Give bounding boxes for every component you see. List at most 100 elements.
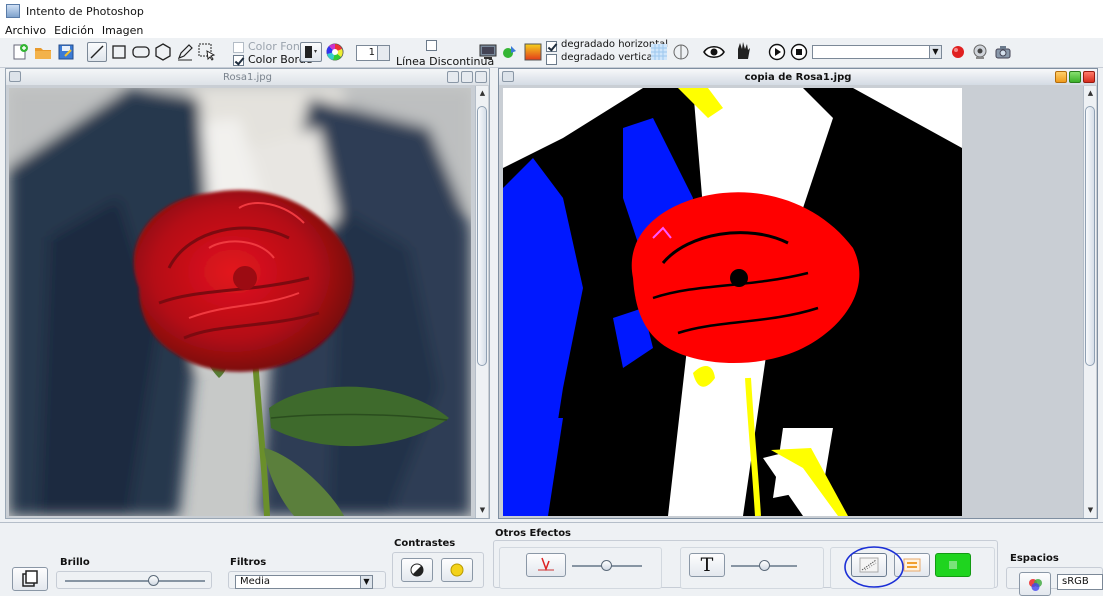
rounded-rectangle-tool-icon[interactable] (131, 42, 151, 62)
effect-slider-1-knob[interactable] (601, 560, 612, 571)
contrast-icon (410, 563, 424, 577)
pencil-tool-icon[interactable] (175, 42, 195, 62)
spinner-arrows-icon[interactable] (377, 46, 389, 60)
open-folder-icon[interactable] (33, 42, 53, 62)
vertical-scrollbar[interactable]: ▲ ▼ (475, 86, 488, 518)
frame-menu-icon[interactable] (9, 71, 21, 82)
frame-titlebar[interactable]: Rosa1.jpg (6, 69, 489, 85)
maximize-icon[interactable] (1069, 71, 1081, 83)
color-fondo-checkbox[interactable] (233, 42, 244, 53)
effects-panel: Brillo Filtros Media ▼ Contrastes Otros … (0, 522, 1103, 596)
effect-slider-2-knob[interactable] (759, 560, 770, 571)
minimize-icon[interactable] (1055, 71, 1067, 83)
filtros-group: Media ▼ (228, 571, 386, 589)
duplicate-icon[interactable] (12, 567, 48, 591)
otros-efectos-title: Otros Efectos (495, 528, 572, 539)
processed-image (503, 88, 962, 516)
menu-edicion[interactable]: Edición (54, 24, 94, 37)
contrastes-group (392, 552, 484, 588)
chevron-down-icon[interactable]: ▼ (360, 576, 372, 588)
window-title: Intento de Photoshop (26, 4, 144, 18)
frame-menu-icon[interactable] (502, 71, 514, 82)
stroke-width-value: 1 (368, 47, 375, 58)
effect-group-2: T (680, 547, 824, 589)
image-frame-copy[interactable]: copia de Rosa1.jpg ▲ ▼ (498, 68, 1098, 519)
color-space-button[interactable] (1019, 572, 1051, 596)
scroll-thumb[interactable] (1085, 106, 1095, 366)
media-selector[interactable]: ▼ (812, 45, 942, 59)
text-t-icon: T (700, 554, 714, 576)
frame-title: copia de Rosa1.jpg (744, 71, 852, 83)
pattern-icon[interactable] (649, 42, 669, 62)
effect-group-1 (499, 547, 662, 589)
effect-slider-1[interactable] (572, 560, 642, 571)
toolbar: Color Fondo Color Borde 1 Línea Disconti… (0, 38, 1103, 68)
window-titlebar: Intento de Photoshop (0, 0, 1103, 22)
transparency-icon[interactable] (500, 42, 520, 62)
close-icon[interactable] (1083, 71, 1095, 83)
text-effect-button[interactable]: T (689, 553, 725, 577)
minimize-icon[interactable] (447, 71, 459, 83)
gradient-icon[interactable] (523, 42, 543, 62)
snapshot-icon[interactable] (993, 42, 1013, 62)
color-space-icon (1029, 579, 1042, 591)
half-circle-icon[interactable] (671, 42, 691, 62)
scroll-up-icon[interactable]: ▲ (478, 89, 487, 98)
green-filter-icon (949, 561, 957, 569)
brillo-slider[interactable] (65, 575, 205, 586)
curve-effect-button[interactable] (526, 553, 566, 577)
line-tool-icon[interactable] (87, 42, 107, 62)
effect-group-3 (830, 546, 995, 589)
effect-slider-2[interactable] (731, 560, 797, 571)
scroll-up-icon[interactable]: ▲ (1086, 89, 1095, 98)
sepia-icon (903, 558, 921, 572)
degradado-vertical-checkbox[interactable] (546, 54, 557, 65)
scroll-down-icon[interactable]: ▼ (1086, 506, 1095, 515)
degradado-horizontal-checkbox[interactable] (546, 41, 557, 52)
contrast-normal-button[interactable] (401, 558, 433, 582)
app-icon (6, 4, 20, 18)
record-icon[interactable] (948, 42, 968, 62)
stroke-width-spinner[interactable]: 1 (356, 45, 390, 61)
brillo-title: Brillo (60, 557, 90, 568)
filtros-select[interactable]: Media ▼ (235, 575, 373, 589)
webcam-icon[interactable] (970, 42, 990, 62)
rectangle-tool-icon[interactable] (109, 42, 129, 62)
contrastes-title: Contrastes (394, 538, 456, 549)
vertical-scrollbar[interactable]: ▲ ▼ (1083, 86, 1096, 518)
filtros-selected: Media (240, 576, 271, 587)
menu-archivo[interactable]: Archivo (5, 24, 46, 37)
otros-efectos-group: T (493, 540, 998, 589)
frame-title: Rosa1.jpg (223, 71, 272, 83)
brillo-knob[interactable] (148, 575, 159, 586)
color-borde-checkbox[interactable] (233, 55, 244, 66)
scroll-thumb[interactable] (477, 106, 487, 366)
eye-icon[interactable] (702, 42, 726, 62)
close-icon[interactable] (475, 71, 487, 83)
green-effect-button[interactable] (935, 553, 971, 577)
color-picker-button[interactable] (300, 42, 322, 62)
select-tool-icon[interactable] (197, 42, 217, 62)
play-icon[interactable] (767, 42, 787, 62)
scroll-down-icon[interactable]: ▼ (478, 506, 487, 515)
save-icon[interactable] (56, 42, 76, 62)
chevron-down-icon[interactable]: ▼ (929, 46, 941, 58)
maximize-icon[interactable] (461, 71, 473, 83)
color-palette-icon[interactable] (325, 42, 345, 62)
degradado-vertical-label: degradado vertical (561, 52, 656, 63)
espacios-title: Espacios (1010, 553, 1059, 564)
contrast-bright-button[interactable] (441, 558, 473, 582)
sun-icon (450, 563, 464, 577)
new-file-icon[interactable] (10, 42, 30, 62)
stop-icon[interactable] (789, 42, 809, 62)
filtros-title: Filtros (230, 557, 267, 568)
ellipse-tool-icon[interactable] (153, 42, 173, 62)
menu-imagen[interactable]: Imagen (102, 24, 143, 37)
linea-discontinua-checkbox[interactable] (426, 40, 437, 51)
frame-titlebar[interactable]: copia de Rosa1.jpg (499, 69, 1097, 85)
image-frame-original[interactable]: Rosa1.jpg ▲ ▼ (5, 68, 490, 519)
monitor-icon[interactable] (478, 42, 498, 62)
original-image (9, 88, 471, 516)
espacios-select[interactable]: sRGB (1057, 574, 1103, 590)
hand-icon[interactable] (733, 41, 753, 61)
